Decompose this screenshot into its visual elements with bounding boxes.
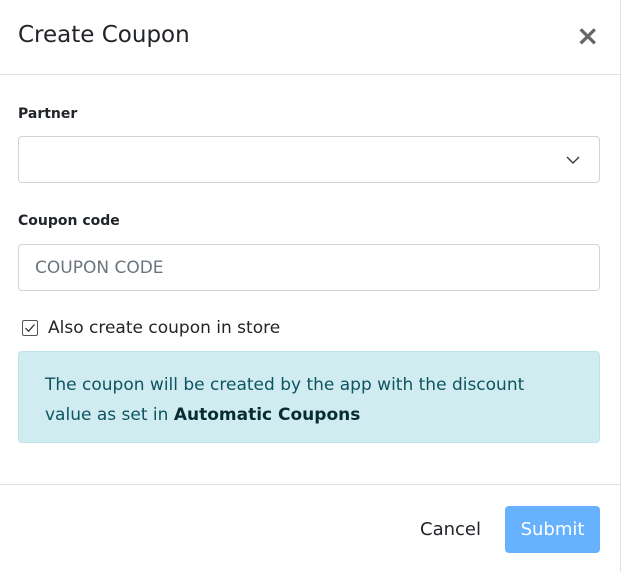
close-icon: × xyxy=(576,19,600,52)
also-create-label: Also create coupon in store xyxy=(48,318,281,338)
chevron-down-icon xyxy=(566,156,580,164)
submit-button[interactable]: Submit xyxy=(505,506,600,553)
create-coupon-modal: Create Coupon × Partner Coupon code Also… xyxy=(0,0,621,572)
checkbox-checked-icon[interactable] xyxy=(22,320,38,336)
coupon-code-label: Coupon code xyxy=(18,213,120,229)
also-create-checkbox-row[interactable]: Also create coupon in store xyxy=(22,316,280,340)
modal-body: Partner Coupon code Also create coupon i… xyxy=(0,75,620,484)
cancel-button[interactable]: Cancel xyxy=(408,507,493,551)
info-alert: The coupon will be created by the app wi… xyxy=(18,351,600,443)
close-button[interactable]: × xyxy=(576,19,600,52)
modal-title: Create Coupon xyxy=(18,22,190,48)
automatic-coupons-text: Automatic Coupons xyxy=(173,405,361,425)
partner-label: Partner xyxy=(18,106,78,122)
coupon-code-input[interactable] xyxy=(18,244,600,291)
modal-footer: Cancel Submit xyxy=(0,484,620,572)
modal-header: Create Coupon × xyxy=(0,0,620,75)
partner-select[interactable] xyxy=(18,136,600,183)
